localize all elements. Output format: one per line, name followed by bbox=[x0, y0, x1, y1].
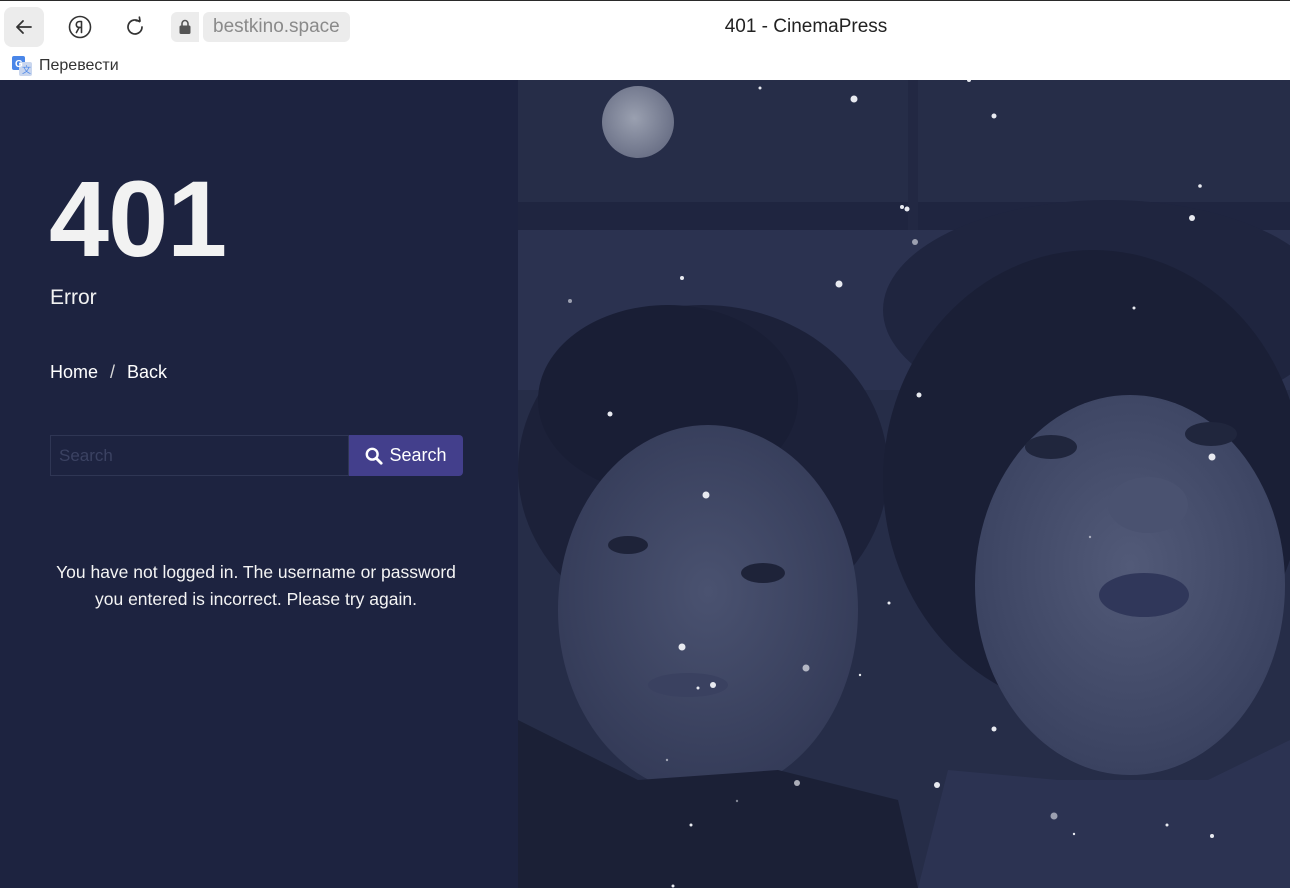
translate-button[interactable]: G 文 Перевести bbox=[12, 56, 119, 76]
error-panel: 401 Error Home / Back Search You have no… bbox=[0, 80, 518, 888]
search-button[interactable]: Search bbox=[349, 435, 463, 476]
breadcrumb-separator: / bbox=[110, 362, 116, 382]
search-form: Search bbox=[50, 435, 463, 476]
browser-toolbar: bestkino.space 401 - CinemaPress G 文 Пер… bbox=[0, 0, 1290, 80]
back-link[interactable]: Back bbox=[127, 362, 167, 383]
translate-icon: G 文 bbox=[12, 56, 32, 76]
background-photo bbox=[518, 80, 1290, 888]
background-image bbox=[518, 80, 1290, 888]
search-input[interactable] bbox=[50, 435, 349, 476]
error-message: You have not logged in. The username or … bbox=[56, 562, 456, 609]
error-code: 401 bbox=[49, 158, 227, 279]
translate-label: Перевести bbox=[39, 57, 119, 74]
page-title: 401 - CinemaPress bbox=[724, 16, 888, 37]
breadcrumb: Home / Back bbox=[50, 362, 167, 383]
error-label: Error bbox=[50, 286, 97, 309]
error-page: 401 Error Home / Back Search You have no… bbox=[0, 80, 1290, 888]
search-button-label: Search bbox=[389, 445, 447, 465]
home-link[interactable]: Home bbox=[50, 362, 98, 383]
svg-text:文: 文 bbox=[22, 64, 31, 75]
search-icon bbox=[366, 447, 384, 465]
